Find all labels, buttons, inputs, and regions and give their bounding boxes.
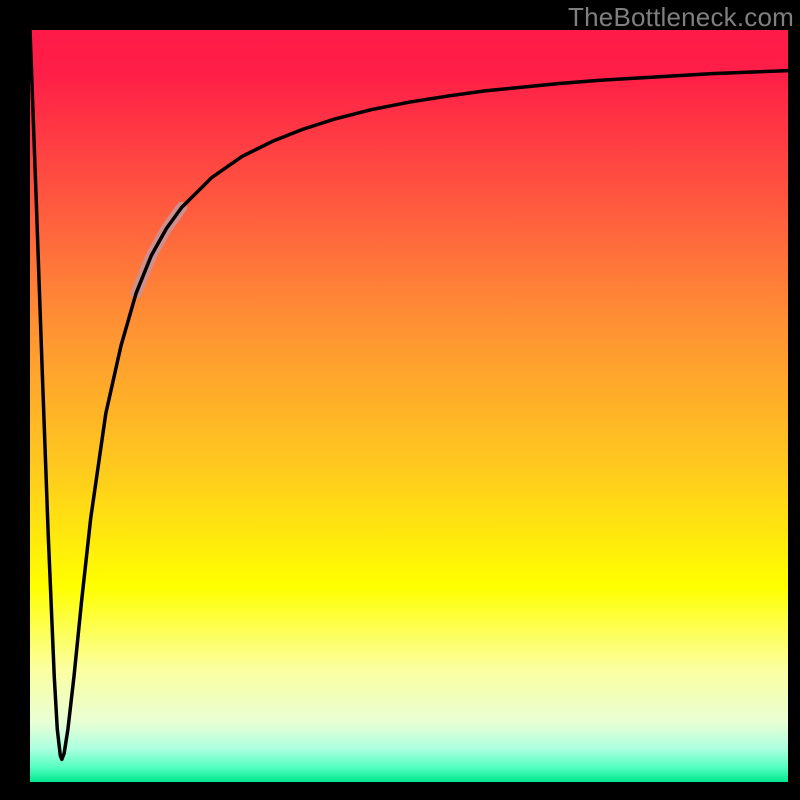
frame-border-bottom [0, 782, 800, 800]
bottleneck-chart [0, 0, 800, 800]
frame-border-left [0, 0, 30, 800]
frame-border-right [788, 0, 800, 800]
watermark-label: TheBottleneck.com [568, 2, 794, 33]
chart-container: TheBottleneck.com [0, 0, 800, 800]
plot-background [30, 30, 788, 782]
